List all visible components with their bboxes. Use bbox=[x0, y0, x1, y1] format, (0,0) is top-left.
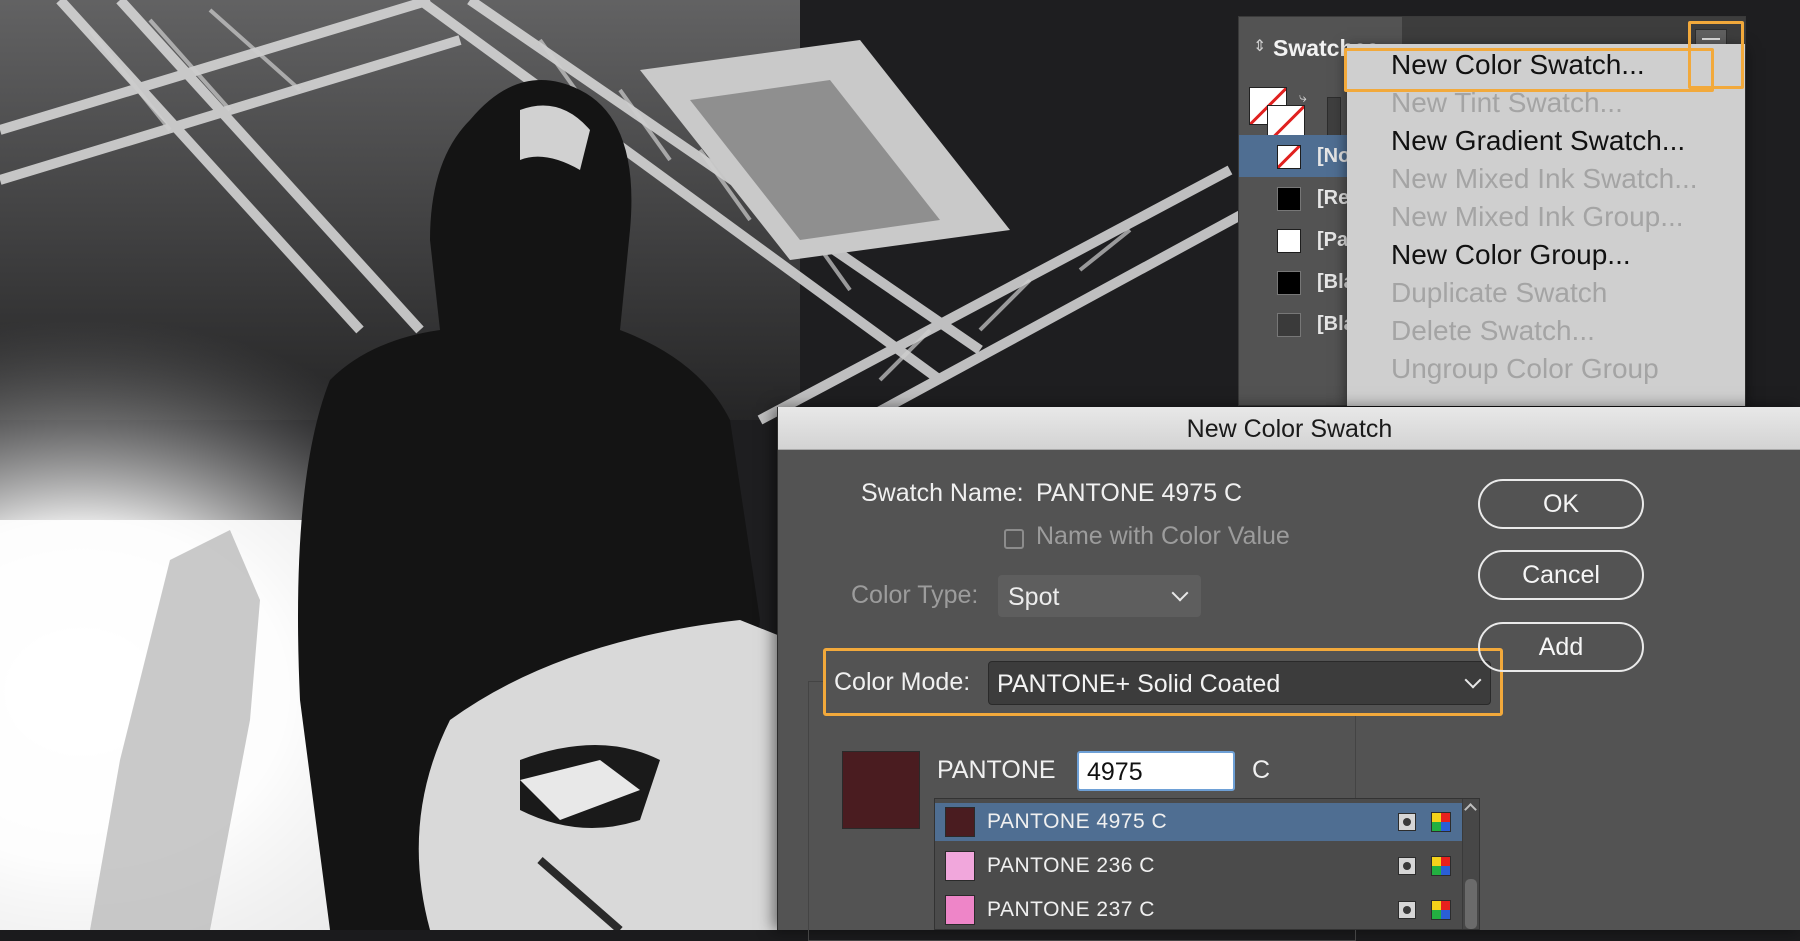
paper-swatch-chip bbox=[1277, 229, 1301, 253]
pantone-list-item[interactable]: PANTONE 236 C bbox=[935, 847, 1465, 885]
name-with-color-value-checkbox[interactable] bbox=[1004, 529, 1024, 549]
callout-highlight-new-color-swatch bbox=[1344, 48, 1714, 92]
color-model-icon bbox=[1431, 812, 1451, 832]
pantone-color-name: PANTONE 4975 C bbox=[987, 810, 1168, 833]
panel-collapse-arrows-icon[interactable]: ⇕ bbox=[1253, 39, 1266, 55]
swatch-name-value: PANTONE 4975 C bbox=[1036, 479, 1243, 507]
menu-item-new-mixed-ink-swatch: New Mixed Ink Swatch... bbox=[1391, 163, 1698, 194]
black-swatch-chip bbox=[1277, 271, 1301, 295]
spot-color-icon bbox=[1398, 901, 1416, 919]
menu-item-delete-swatch: Delete Swatch... bbox=[1391, 315, 1595, 346]
color-type-select[interactable]: Spot bbox=[998, 575, 1201, 617]
pantone-color-list[interactable]: PANTONE 4975 C PANTONE 236 C PANTONE 237… bbox=[934, 798, 1480, 930]
add-button[interactable]: Add bbox=[1478, 622, 1644, 672]
swap-fill-stroke-icon[interactable]: ⤷ bbox=[1299, 89, 1307, 106]
color-preview-swatch bbox=[842, 751, 920, 829]
registration-swatch-chip bbox=[1277, 187, 1301, 211]
pantone-color-chip bbox=[945, 807, 975, 837]
pantone-list-scrollbar[interactable] bbox=[1462, 799, 1479, 929]
new-color-swatch-dialog: New Color Swatch Swatch Name: PANTONE 49… bbox=[777, 407, 1800, 941]
color-mode-value: PANTONE+ Solid Coated bbox=[997, 670, 1281, 698]
menu-item-new-gradient-swatch[interactable]: New Gradient Swatch... bbox=[1391, 125, 1685, 157]
pantone-color-name: PANTONE 237 C bbox=[987, 898, 1155, 921]
callout-highlight-panel-menu bbox=[1688, 21, 1744, 89]
color-model-icon bbox=[1431, 856, 1451, 876]
color-model-icon bbox=[1431, 900, 1451, 920]
spot-color-icon bbox=[1398, 857, 1416, 875]
chevron-down-icon bbox=[1464, 671, 1482, 689]
name-with-color-value-label: Name with Color Value bbox=[1036, 522, 1290, 550]
scrollbar-thumb[interactable] bbox=[1465, 879, 1477, 929]
ok-button[interactable]: OK bbox=[1478, 479, 1644, 529]
cancel-button[interactable]: Cancel bbox=[1478, 550, 1644, 600]
pantone-prefix-label: PANTONE bbox=[937, 756, 1056, 784]
menu-item-ungroup-color-group: Ungroup Color Group bbox=[1391, 353, 1659, 384]
pantone-number-input[interactable]: 4975 bbox=[1077, 751, 1235, 791]
pantone-list-item[interactable]: PANTONE 237 C bbox=[935, 891, 1465, 929]
pantone-color-name: PANTONE 236 C bbox=[987, 854, 1155, 877]
pantone-color-chip bbox=[945, 895, 975, 925]
color-mode-label: Color Mode: bbox=[834, 668, 971, 696]
pantone-suffix-label: C bbox=[1252, 756, 1271, 784]
pantone-list-item[interactable]: PANTONE 4975 C bbox=[935, 803, 1465, 841]
menu-item-duplicate-swatch: Duplicate Swatch bbox=[1391, 277, 1608, 308]
black-tint-swatch-chip bbox=[1277, 313, 1301, 337]
color-type-label: Color Type: bbox=[851, 581, 979, 609]
spot-color-icon bbox=[1398, 813, 1416, 831]
pantone-color-chip bbox=[945, 851, 975, 881]
color-type-value: Spot bbox=[1008, 583, 1060, 611]
dialog-titlebar[interactable]: New Color Swatch bbox=[778, 407, 1800, 450]
none-swatch-icon bbox=[1277, 145, 1301, 169]
pantone-number-value: 4975 bbox=[1087, 758, 1143, 786]
color-mode-select[interactable]: PANTONE+ Solid Coated bbox=[988, 661, 1491, 705]
swatches-panel-menu: New Color Swatch... New Tint Swatch... N… bbox=[1347, 44, 1745, 406]
scroll-up-icon[interactable] bbox=[1464, 803, 1477, 816]
dialog-title: New Color Swatch bbox=[1186, 415, 1393, 443]
swatch-name-label: Swatch Name: bbox=[861, 479, 1024, 507]
chevron-down-icon bbox=[1171, 584, 1189, 602]
menu-item-new-color-group[interactable]: New Color Group... bbox=[1391, 239, 1631, 271]
menu-item-new-mixed-ink-group: New Mixed Ink Group... bbox=[1391, 201, 1684, 232]
tint-field[interactable] bbox=[1327, 97, 1341, 137]
